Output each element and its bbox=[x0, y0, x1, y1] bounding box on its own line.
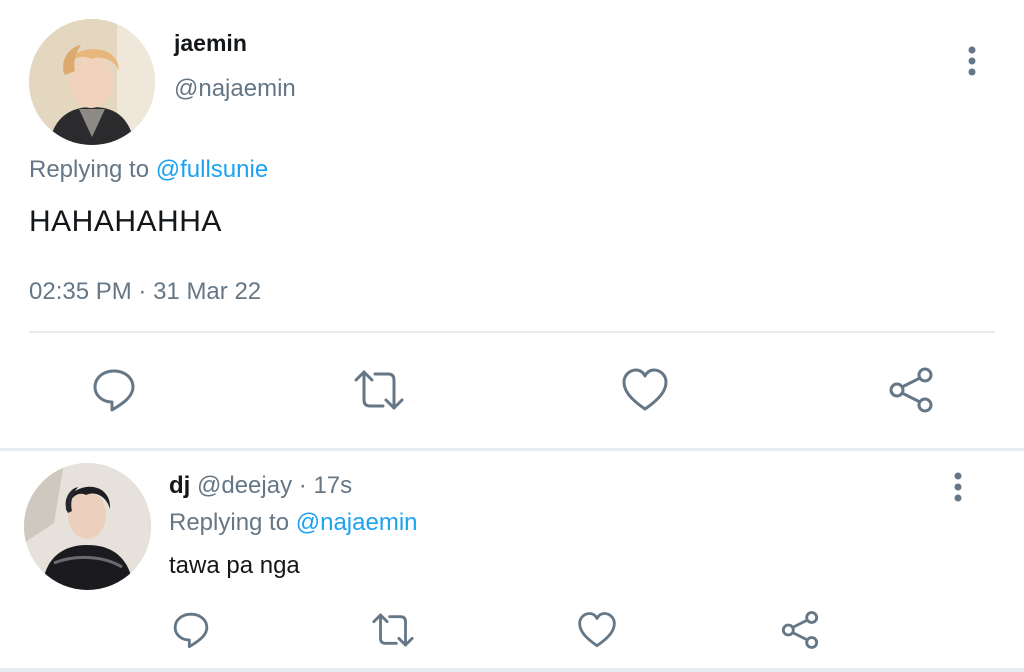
tweet-text: HAHAHAHHA bbox=[29, 205, 222, 238]
more-options-button[interactable] bbox=[958, 42, 986, 80]
retweet-icon bbox=[354, 370, 404, 410]
tweet-thread: jaemin @najaemin Replying to @fullsunie … bbox=[0, 0, 1024, 672]
reply-icon bbox=[173, 612, 209, 649]
like-button[interactable] bbox=[619, 364, 671, 416]
share-icon bbox=[889, 367, 933, 413]
reply-button[interactable] bbox=[169, 608, 213, 652]
meta-separator: · bbox=[138, 278, 147, 305]
tweet-age[interactable]: 17s bbox=[313, 472, 352, 499]
share-button[interactable] bbox=[885, 364, 937, 416]
replying-label: Replying to bbox=[169, 509, 290, 536]
retweet-button[interactable] bbox=[353, 364, 405, 416]
retweet-icon bbox=[372, 613, 414, 647]
tweet-date: 31 Mar 22 bbox=[153, 278, 262, 305]
avatar-image bbox=[24, 463, 151, 590]
avatar[interactable] bbox=[24, 463, 151, 590]
author-handle[interactable]: @najaemin bbox=[174, 75, 296, 103]
mention-link[interactable]: @najaemin bbox=[296, 509, 418, 536]
more-vertical-icon bbox=[954, 472, 962, 502]
mention-link[interactable]: @fullsunie bbox=[156, 156, 268, 183]
tweet-timestamp[interactable]: 02:35 PM · 31 Mar 22 bbox=[29, 278, 261, 306]
share-icon bbox=[781, 611, 819, 649]
reply-icon bbox=[93, 369, 135, 412]
replying-label: Replying to bbox=[29, 156, 150, 183]
author-handle[interactable]: @deejay bbox=[197, 472, 292, 499]
meta-separator: · bbox=[298, 472, 307, 499]
author-name[interactable]: jaemin bbox=[174, 30, 247, 57]
like-icon bbox=[622, 368, 668, 411]
avatar[interactable] bbox=[29, 19, 155, 145]
reply-header: dj @deejay · 17s bbox=[169, 472, 352, 500]
like-button[interactable] bbox=[575, 608, 619, 652]
avatar-image bbox=[29, 19, 155, 145]
retweet-button[interactable] bbox=[371, 608, 415, 652]
bottom-divider bbox=[0, 668, 1024, 672]
tweet-text: tawa pa nga bbox=[169, 552, 300, 579]
reply-button[interactable] bbox=[88, 364, 140, 416]
share-button[interactable] bbox=[778, 608, 822, 652]
author-name[interactable]: dj bbox=[169, 472, 190, 499]
more-options-button[interactable] bbox=[944, 468, 972, 506]
replying-to: Replying to @fullsunie bbox=[29, 156, 268, 184]
tweet-time: 02:35 PM bbox=[29, 278, 132, 305]
like-icon bbox=[578, 612, 616, 648]
divider bbox=[29, 331, 995, 333]
more-vertical-icon bbox=[968, 46, 976, 76]
replying-to: Replying to @najaemin bbox=[169, 509, 418, 537]
section-divider bbox=[0, 448, 1024, 451]
